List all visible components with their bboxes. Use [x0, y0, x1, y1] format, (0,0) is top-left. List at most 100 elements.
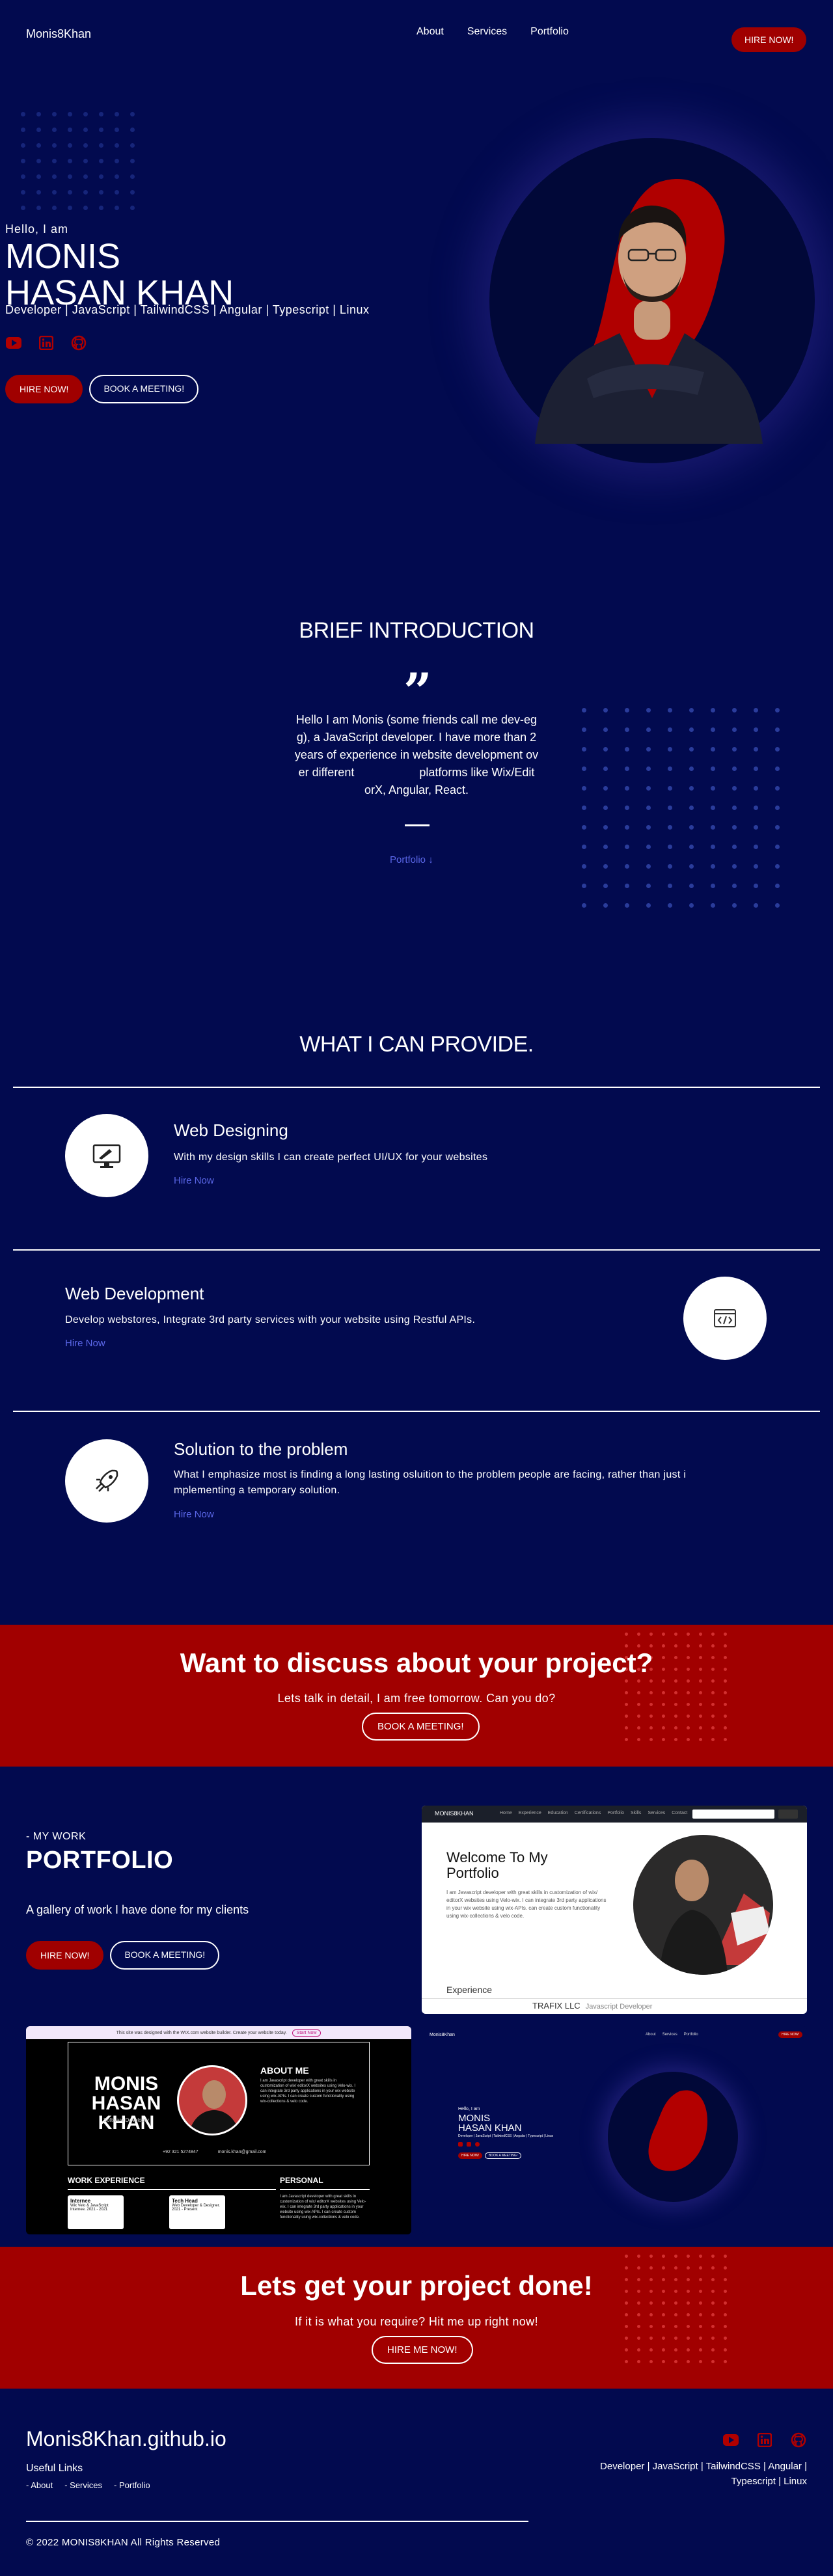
shot-menu-item: About: [646, 2033, 656, 2037]
grid-dot: [674, 1679, 677, 1683]
portfolio-hire-button[interactable]: HIRE NOW!: [26, 1941, 104, 1970]
nav-links: About Services Portfolio: [416, 26, 569, 38]
grid-dot: [115, 128, 119, 132]
service-hire-link[interactable]: Hire Now: [174, 1175, 214, 1186]
grid-dot: [646, 727, 651, 732]
portfolio-shot-2[interactable]: This site was designed with the WIX.com …: [26, 2026, 411, 2234]
shot-heading-line: Welcome To My: [446, 1849, 548, 1865]
grid-dot: [711, 1738, 715, 1741]
grid-dot: [674, 1715, 677, 1718]
grid-dot: [646, 708, 651, 712]
grid-dot: [603, 845, 608, 849]
grid-dot: [662, 1633, 665, 1636]
grid-dot: [637, 1715, 640, 1718]
footer-link-portfolio[interactable]: - Portfolio: [114, 2480, 150, 2490]
shot-name: MONIS HASAN KHAN: [458, 2113, 522, 2133]
portfolio-link[interactable]: Portfolio ↓: [390, 854, 433, 865]
grid-dot: [130, 143, 135, 148]
nav-link-services[interactable]: Services: [467, 26, 507, 38]
shot-menu-item: Portfolio: [607, 1811, 625, 1815]
grid-dot: [625, 845, 629, 849]
grid-dot: [754, 903, 758, 908]
youtube-icon[interactable]: [5, 334, 22, 351]
grid-dot: [711, 766, 715, 771]
nav-link-portfolio[interactable]: Portfolio: [530, 26, 569, 38]
service-title: Solution to the problem: [174, 1439, 348, 1459]
grid-dot: [625, 1633, 628, 1636]
hero-hire-button[interactable]: HIRE NOW!: [5, 375, 83, 403]
grid-dot: [754, 825, 758, 830]
grid-dot: [115, 206, 119, 210]
portfolio-shot-3[interactable]: Monis8Khan About Services Portfolio HIRE…: [422, 2026, 807, 2234]
grid-dot: [637, 2348, 640, 2352]
shot-avatar: [177, 2065, 247, 2135]
cta-meeting-button[interactable]: BOOK A MEETING!: [362, 1713, 480, 1741]
github-icon: [475, 2142, 480, 2147]
grid-dot: [668, 825, 672, 830]
code-window-icon: [714, 1309, 736, 1327]
portfolio-kicker: - MY WORK: [26, 1831, 87, 1842]
shot-wix-banner: This site was designed with the WIX.com …: [26, 2026, 411, 2039]
grid-dot: [689, 825, 694, 830]
github-icon[interactable]: [70, 334, 87, 351]
service-hire-link[interactable]: Hire Now: [174, 1509, 214, 1520]
service-icon-circle: [65, 1439, 148, 1523]
footer-link-about[interactable]: - About: [26, 2480, 53, 2490]
shot-contacts: +92 321 5274847 monis.khan@gmail.com: [163, 2150, 267, 2154]
linkedin-icon[interactable]: [38, 334, 55, 351]
footer-title: Monis8Khan.github.io: [26, 2427, 226, 2450]
grid-dot: [711, 845, 715, 849]
top-nav: Monis8Khan About Services Portfolio HIRE…: [0, 0, 833, 72]
grid-dot: [52, 206, 57, 210]
rocket-icon: [96, 1469, 118, 1492]
divider: [405, 824, 430, 826]
grid-dot: [649, 2348, 653, 2352]
grid-dot: [83, 206, 88, 210]
grid-dot: [83, 174, 88, 179]
grid-dot: [724, 1715, 727, 1718]
portfolio-meeting-button[interactable]: BOOK A MEETING!: [110, 1941, 220, 1970]
hero-name: MONIS HASAN KHAN: [5, 238, 234, 311]
service-hire-link[interactable]: Hire Now: [65, 1338, 105, 1349]
cta-hire-button[interactable]: HIRE ME NOW!: [372, 2336, 473, 2364]
grid-dot: [36, 174, 41, 179]
grid-dot: [115, 190, 119, 195]
grid-dot: [732, 825, 737, 830]
shot-role: Software Developer: [103, 2117, 150, 2123]
github-icon[interactable]: [790, 2432, 807, 2448]
portfolio-shot-1[interactable]: MONIS8KHAN Home Experience Education Cer…: [422, 1806, 807, 2014]
shot-buttons: HIRE NOW! BOOK A MEETING!: [458, 2152, 522, 2159]
services-title: WHAT I CAN PROVIDE.: [299, 1032, 534, 1057]
youtube-icon[interactable]: [722, 2432, 739, 2448]
nav-link-about[interactable]: About: [416, 26, 444, 38]
cta-subtitle: If it is what you require? Hit me up rig…: [295, 2315, 538, 2328]
grid-dot: [99, 128, 103, 132]
grid-dot: [582, 884, 586, 888]
grid-dot: [68, 159, 72, 163]
cta-discuss-band: Want to discuss about your project? Lets…: [0, 1625, 833, 1767]
shot-role: Javascript Developer: [585, 2003, 653, 2011]
brand-logo[interactable]: Monis8Khan: [26, 27, 91, 41]
shot-avatar-illustration: [659, 1860, 770, 1975]
footer-links: - About - Services - Portfolio: [26, 2480, 150, 2490]
grid-dot: [668, 747, 672, 752]
page: Monis8Khan About Services Portfolio HIRE…: [0, 0, 833, 2576]
shot-heading-line: Portfolio: [446, 1865, 499, 1881]
footer-link-services[interactable]: - Services: [64, 2480, 102, 2490]
shot-menu-item: Education: [547, 1811, 568, 1815]
grid-dot: [603, 806, 608, 810]
hero-meeting-button[interactable]: BOOK A MEETING!: [89, 375, 199, 403]
intro-line: er different platforms like Wix/Edit: [298, 766, 535, 779]
shot-hire-button: HIRE NOW!: [778, 2031, 802, 2038]
grid-dot: [582, 864, 586, 869]
service-description: Develop webstores, Integrate 3rd party s…: [65, 1314, 476, 1325]
shot-name-line: HASAN KHAN: [91, 2093, 161, 2134]
grid-dot: [754, 786, 758, 791]
service-description: With my design skills I can create perfe…: [174, 1152, 488, 1163]
grid-dot: [754, 884, 758, 888]
nav-hire-button[interactable]: HIRE NOW!: [731, 27, 807, 52]
grid-dot: [646, 825, 651, 830]
grid-dot: [646, 884, 651, 888]
linkedin-icon[interactable]: [756, 2432, 773, 2448]
grid-dot: [711, 2301, 715, 2305]
